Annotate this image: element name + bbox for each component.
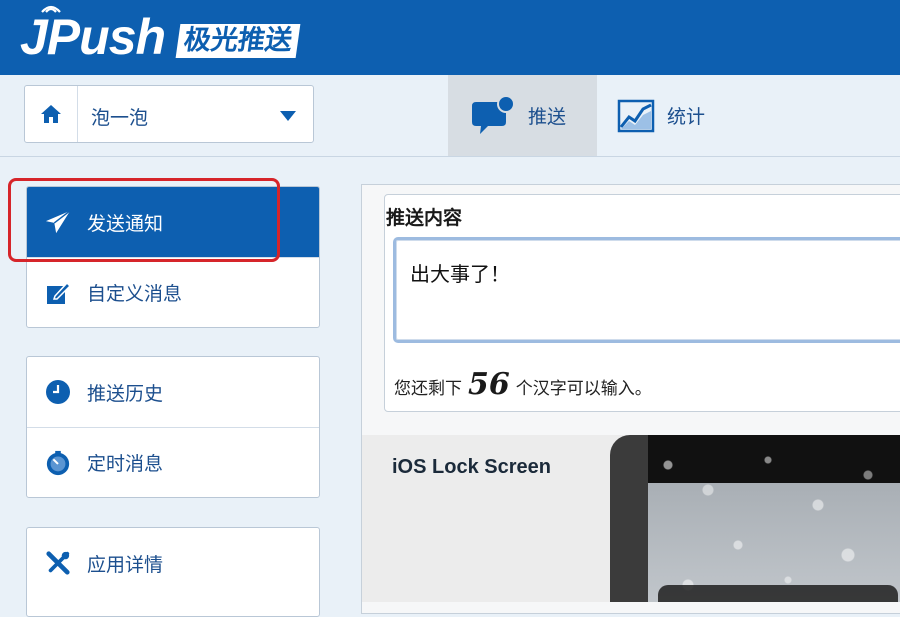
lock-screen-wallpaper [648, 435, 900, 602]
remaining-count-text: 您还剩下 56 个汉字可以输入。 [394, 367, 652, 402]
chart-icon [617, 99, 655, 133]
app-selector[interactable]: 泡一泡 [24, 85, 314, 143]
home-icon [41, 105, 61, 123]
home-button[interactable] [25, 86, 78, 142]
sidebar-item-app-details[interactable]: 应用详情 [27, 528, 319, 598]
remaining-suffix: 个汉字可以输入。 [515, 379, 652, 399]
lock-screen-bar [658, 585, 898, 602]
toolbar: 泡一泡 推送 统计 [0, 75, 900, 157]
ios-preview: iOS Lock Screen [362, 435, 900, 602]
sidebar-group-history: 推送历史 定时消息 [26, 356, 320, 498]
message-textarea[interactable]: 出大事了！ [393, 237, 900, 343]
push-content-title: 推送内容 [386, 207, 463, 229]
chat-bubble-icon [468, 95, 516, 136]
selected-app-name: 泡一泡 [91, 107, 149, 129]
tab-stats[interactable]: 统计 [597, 75, 737, 156]
tab-stats-label: 统计 [667, 106, 706, 128]
sidebar-item-send-notification[interactable]: 发送通知 [27, 187, 319, 257]
sidebar-group-app: 应用详情 [26, 527, 320, 617]
sidebar-item-label: 自定义消息 [87, 283, 183, 305]
sidebar-group-notify: 发送通知 自定义消息 [26, 186, 320, 328]
preview-title: iOS Lock Screen [392, 456, 551, 478]
clock-icon [45, 379, 71, 405]
timer-icon [45, 449, 71, 477]
tools-icon [45, 549, 71, 577]
sidebar-item-label: 推送历史 [87, 382, 164, 405]
remaining-prefix: 您还剩下 [394, 379, 462, 399]
caret-down-icon[interactable] [279, 110, 297, 122]
sidebar-item-label: 定时消息 [87, 453, 164, 475]
sidebar-item-scheduled-message[interactable]: 定时消息 [27, 427, 319, 497]
paper-plane-icon [45, 209, 71, 235]
push-content-card: 推送内容 出大事了！ 您还剩下 56 个汉字可以输入。 [384, 194, 900, 412]
tab-push[interactable]: 推送 [448, 75, 597, 156]
phone-frame [610, 435, 900, 602]
logo-text: JPush [20, 9, 166, 65]
sidebar-item-push-history[interactable]: 推送历史 [27, 357, 319, 427]
sidebar-item-custom-message[interactable]: 自定义消息 [27, 257, 319, 327]
remaining-count: 56 [468, 367, 510, 402]
sidebar-item-label: 发送通知 [87, 212, 164, 235]
logo-badge: 极光推送 [175, 24, 301, 58]
tab-push-label: 推送 [528, 106, 567, 128]
sidebar-item-label: 应用详情 [87, 553, 164, 576]
edit-icon [45, 280, 71, 306]
app-header: JPush 极光推送 [0, 0, 900, 75]
